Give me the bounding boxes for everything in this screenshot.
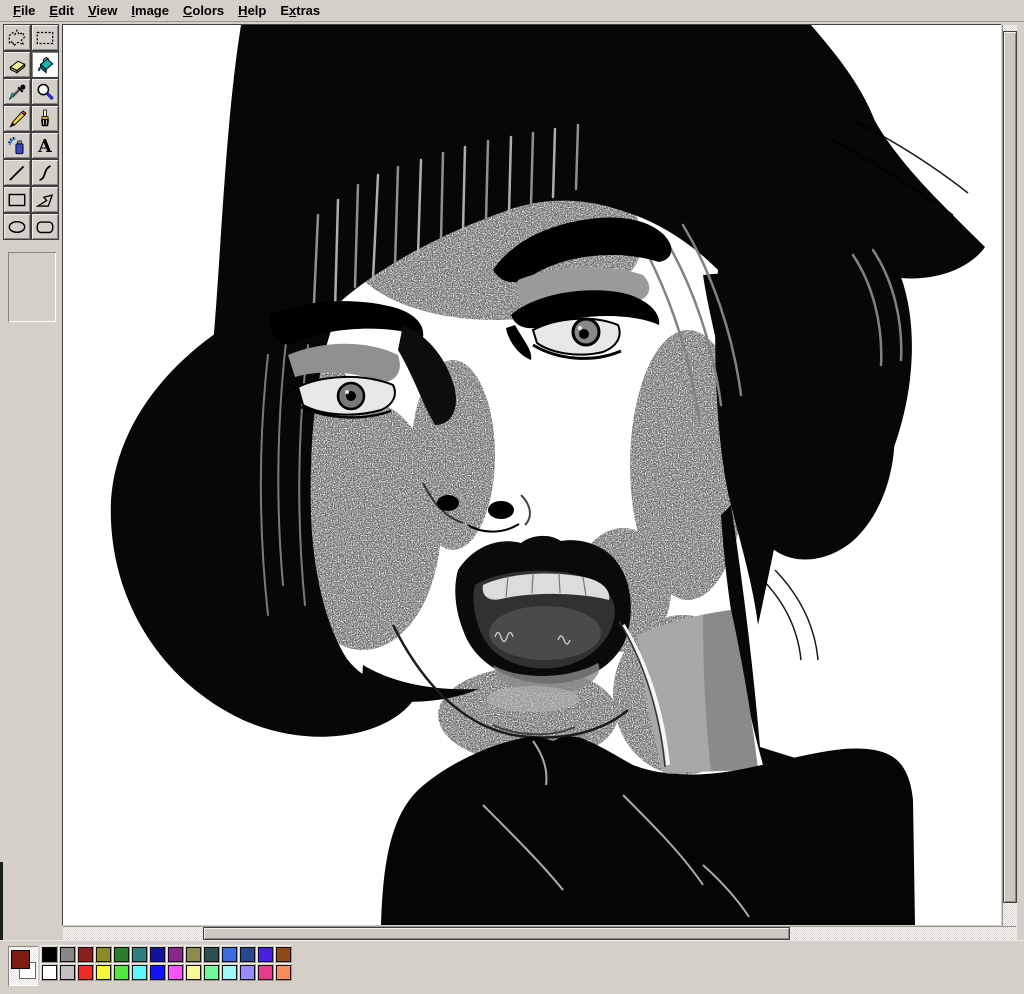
horizontal-scrollbar[interactable] — [63, 926, 1016, 940]
menu-colors[interactable]: Colors — [176, 2, 231, 19]
tool-grid: A — [3, 24, 61, 240]
rounded-rect-icon — [34, 216, 56, 238]
rectangle-tool[interactable] — [3, 186, 31, 213]
palette-swatch[interactable] — [130, 945, 148, 963]
menu-help[interactable]: Help — [231, 2, 273, 19]
menu-view[interactable]: View — [81, 2, 124, 19]
line-icon — [6, 162, 28, 184]
desktop-edge-sliver — [0, 862, 3, 940]
palette-swatch[interactable] — [220, 945, 238, 963]
palette-swatch[interactable] — [148, 963, 166, 981]
palette-swatch[interactable] — [220, 963, 238, 981]
eyedropper-icon — [6, 81, 28, 103]
svg-text:A: A — [37, 136, 52, 157]
current-colors-indicator[interactable] — [8, 946, 38, 986]
foreground-color-swatch[interactable] — [11, 950, 30, 969]
portrait-clothing — [381, 737, 915, 926]
tool-palette: A — [0, 22, 62, 940]
palette-swatch[interactable] — [184, 963, 202, 981]
menu-bar: File Edit View Image Colors Help Extras — [0, 0, 1024, 22]
vertical-scrollbar-thumb[interactable] — [1003, 31, 1017, 903]
palette-swatch[interactable] — [94, 945, 112, 963]
curve-tool[interactable] — [31, 159, 59, 186]
palette-swatch[interactable] — [256, 963, 274, 981]
menu-extras[interactable]: Extras — [273, 2, 327, 19]
polygon-icon — [34, 189, 56, 211]
palette-swatch[interactable] — [76, 945, 94, 963]
menu-image[interactable]: Image — [124, 2, 176, 19]
menu-file[interactable]: File — [6, 2, 42, 19]
palette-swatch[interactable] — [76, 963, 94, 981]
curve-icon — [34, 162, 56, 184]
rectangle-icon — [6, 189, 28, 211]
airbrush-icon — [6, 135, 28, 157]
palette-swatch[interactable] — [202, 963, 220, 981]
magnifier-icon — [34, 81, 56, 103]
eraser-icon — [6, 54, 28, 76]
ellipse-icon — [6, 216, 28, 238]
palette-swatch[interactable] — [58, 945, 76, 963]
color-palette-bar — [0, 940, 1024, 994]
rounded-rect-tool[interactable] — [31, 213, 59, 240]
palette-swatch[interactable] — [112, 945, 130, 963]
ellipse-tool[interactable] — [3, 213, 31, 240]
fill-tool[interactable] — [31, 51, 59, 78]
palette-swatch[interactable] — [112, 963, 130, 981]
color-swatch-grid — [40, 945, 292, 981]
drawing-canvas[interactable] — [62, 24, 1001, 925]
palette-swatch[interactable] — [238, 963, 256, 981]
eraser-tool[interactable] — [3, 51, 31, 78]
palette-swatch[interactable] — [184, 945, 202, 963]
menu-edit[interactable]: Edit — [42, 2, 81, 19]
airbrush-tool[interactable] — [3, 132, 31, 159]
palette-swatch[interactable] — [238, 945, 256, 963]
polygon-tool[interactable] — [31, 186, 59, 213]
palette-swatch[interactable] — [166, 945, 184, 963]
horizontal-scrollbar-thumb[interactable] — [203, 927, 790, 940]
palette-swatch[interactable] — [202, 945, 220, 963]
brush-tool[interactable] — [31, 105, 59, 132]
palette-swatch[interactable] — [166, 963, 184, 981]
palette-swatch[interactable] — [94, 963, 112, 981]
palette-swatch[interactable] — [274, 945, 292, 963]
palette-swatch[interactable] — [274, 963, 292, 981]
text-tool[interactable]: A — [31, 132, 59, 159]
magnifier-tool[interactable] — [31, 78, 59, 105]
color-picker-tool[interactable] — [3, 78, 31, 105]
palette-swatch[interactable] — [148, 945, 166, 963]
vertical-scrollbar[interactable] — [1002, 25, 1017, 940]
tool-options-panel[interactable] — [8, 252, 56, 322]
palette-swatch[interactable] — [40, 963, 58, 981]
palette-swatch[interactable] — [130, 963, 148, 981]
pencil-icon — [6, 108, 28, 130]
rect-select-tool[interactable] — [31, 24, 59, 51]
freeform-select-tool[interactable] — [3, 24, 31, 51]
freeform-select-icon — [6, 27, 28, 49]
brush-icon — [34, 108, 56, 130]
palette-swatch[interactable] — [58, 963, 76, 981]
palette-swatch[interactable] — [256, 945, 274, 963]
pencil-tool[interactable] — [3, 105, 31, 132]
text-icon: A — [34, 135, 56, 157]
fill-bucket-icon — [34, 54, 56, 76]
palette-swatch[interactable] — [40, 945, 58, 963]
canvas-artwork — [63, 25, 1001, 925]
rect-select-icon — [34, 27, 56, 49]
paint-application-window: File Edit View Image Colors Help Extras — [0, 0, 1024, 994]
line-tool[interactable] — [3, 159, 31, 186]
